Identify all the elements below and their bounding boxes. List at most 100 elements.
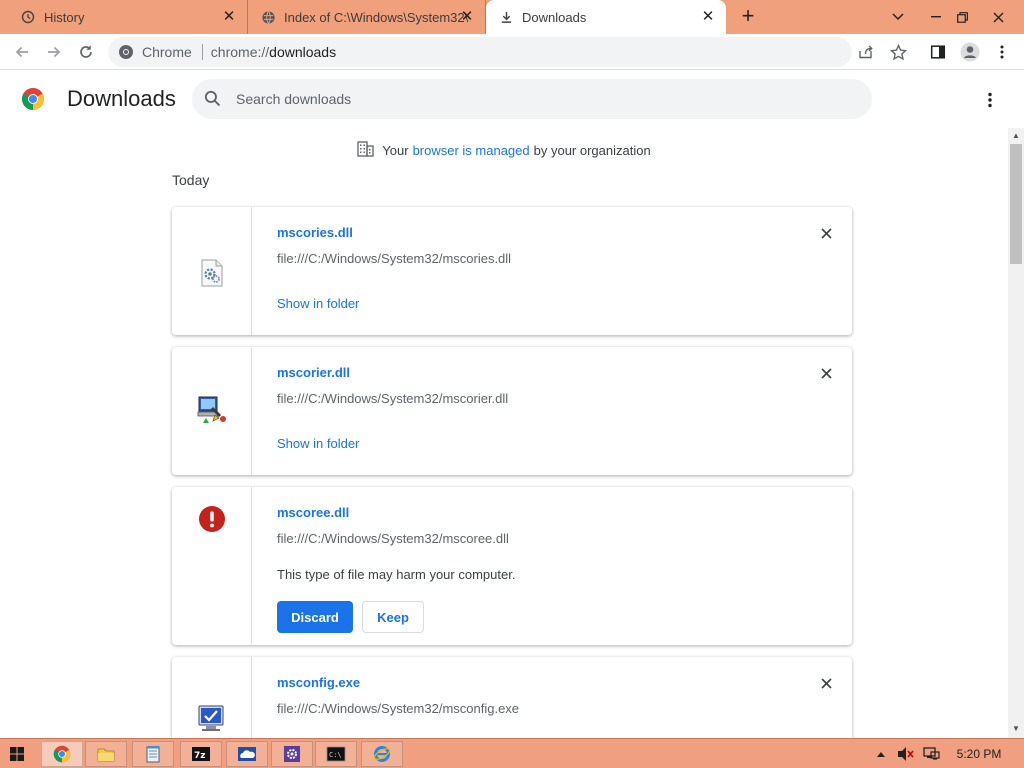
keep-button[interactable]: Keep <box>362 601 424 633</box>
download-item: mscorier.dll file:///C:/Windows/System32… <box>172 347 852 475</box>
network-icon[interactable] <box>920 739 942 768</box>
restore-button[interactable] <box>946 0 978 34</box>
cmd-icon: C:\ <box>326 746 346 762</box>
download-icon <box>498 9 514 25</box>
share-icon[interactable] <box>854 40 878 64</box>
chrome-icon <box>53 745 71 763</box>
remove-item-icon[interactable] <box>818 225 834 241</box>
onedrive-icon <box>238 747 256 761</box>
discard-button[interactable]: Discard <box>277 601 353 633</box>
site-chip-label: Chrome <box>142 44 192 60</box>
search-box[interactable] <box>192 79 872 119</box>
new-tab-button[interactable]: + <box>736 5 760 29</box>
search-input[interactable] <box>236 79 836 119</box>
tab-downloads[interactable]: Downloads ✕ <box>486 0 726 34</box>
download-item-dangerous: mscoree.dll file:///C:/Windows/System32/… <box>172 487 852 645</box>
url-scheme: chrome:// <box>210 44 270 60</box>
settings-icon <box>284 746 300 762</box>
taskbar-cmd[interactable]: C:\ <box>315 741 357 767</box>
clock[interactable]: 5:20 PM <box>950 739 1008 768</box>
taskbar-settings[interactable] <box>271 741 313 767</box>
taskbar: 7z C:\ 5:20 PM <box>0 738 1024 768</box>
managed-link[interactable]: browser is managed <box>413 143 530 158</box>
tab-history[interactable]: History ✕ <box>0 0 248 34</box>
show-hidden-icons-icon[interactable] <box>874 739 888 768</box>
file-icon-column <box>172 207 252 335</box>
show-in-folder-link[interactable]: Show in folder <box>277 436 359 451</box>
managed-notice: Your browser is managed by your organiza… <box>0 140 1008 160</box>
address-bar[interactable]: Chrome chrome://downloads <box>108 37 852 67</box>
file-name-link[interactable]: mscorier.dll <box>277 365 350 380</box>
tab-label: Downloads <box>522 9 587 25</box>
taskbar-file-explorer[interactable] <box>85 741 127 767</box>
chrome-page-icon <box>119 45 133 59</box>
page-title: Downloads <box>67 86 176 111</box>
file-url: file:///C:/Windows/System32/mscorier.dll <box>277 391 509 406</box>
toolbar: Chrome chrome://downloads <box>0 34 1024 70</box>
page-scrollbar[interactable]: ▲ ▼ <box>1008 128 1024 738</box>
profile-avatar-icon[interactable] <box>958 40 982 64</box>
site-info-chip[interactable]: Chrome <box>118 44 192 60</box>
tab-search-icon[interactable] <box>882 0 914 34</box>
tab-label: History <box>44 9 85 25</box>
building-icon <box>357 140 374 160</box>
managed-prefix: Your <box>382 142 409 158</box>
chrome-logo-icon <box>21 87 45 111</box>
close-window-button[interactable] <box>982 0 1014 34</box>
taskbar-onedrive[interactable] <box>226 741 268 767</box>
windows-logo-icon <box>10 747 24 761</box>
scroll-down-icon[interactable]: ▼ <box>1012 725 1020 733</box>
danger-warning-text: This type of file may harm your computer… <box>277 567 516 582</box>
scroll-up-icon[interactable]: ▲ <box>1012 132 1020 140</box>
taskbar-notepad[interactable] <box>132 741 174 767</box>
taskbar-internet-explorer[interactable] <box>361 741 403 767</box>
search-icon <box>204 90 221 112</box>
computer-setup-icon <box>196 393 228 425</box>
7zip-icon: 7z <box>192 747 210 761</box>
file-name-link[interactable]: mscoree.dll <box>277 505 349 520</box>
taskbar-chrome[interactable] <box>41 741 83 767</box>
download-item: mscories.dll file:///C:/Windows/System32… <box>172 207 852 335</box>
file-name-link[interactable]: msconfig.exe <box>277 675 360 690</box>
warning-icon <box>198 505 230 537</box>
back-button[interactable] <box>10 40 34 64</box>
tab-strip: History ✕ Index of C:\Windows\System32\ … <box>0 0 1024 34</box>
globe-icon <box>260 9 276 25</box>
remove-item-icon[interactable] <box>818 675 834 691</box>
svg-text:C:\: C:\ <box>329 751 342 759</box>
file-icon-column <box>172 347 252 475</box>
forward-button[interactable] <box>42 40 66 64</box>
file-name-link[interactable]: mscories.dll <box>277 225 353 240</box>
bookmark-star-icon[interactable] <box>886 40 910 64</box>
close-tab-icon[interactable]: ✕ <box>700 9 716 25</box>
scrollbar-thumb[interactable] <box>1010 144 1022 264</box>
side-panel-icon[interactable] <box>926 40 950 64</box>
chrome-menu-icon[interactable] <box>990 40 1014 64</box>
omnibox-divider <box>201 44 203 60</box>
taskbar-7zip[interactable]: 7z <box>180 741 222 767</box>
remove-item-icon[interactable] <box>818 365 834 381</box>
reload-button[interactable] <box>74 40 98 64</box>
managed-suffix: by your organization <box>533 142 651 158</box>
file-icon-column <box>172 487 252 645</box>
notepad-icon <box>146 746 160 763</box>
more-actions-icon[interactable] <box>980 88 1000 112</box>
url-host: downloads <box>269 44 337 60</box>
downloads-header: Downloads <box>0 70 1008 128</box>
start-button[interactable] <box>6 744 28 764</box>
close-tab-icon[interactable]: ✕ <box>221 9 237 25</box>
file-url: file:///C:/Windows/System32/mscoree.dll <box>277 531 509 546</box>
close-tab-icon[interactable]: ✕ <box>459 9 475 25</box>
file-url: file:///C:/Windows/System32/mscories.dll <box>277 251 512 266</box>
show-in-folder-link[interactable]: Show in folder <box>277 296 359 311</box>
tab-label: Index of C:\Windows\System32\ <box>284 9 469 25</box>
msconfig-icon <box>196 703 228 735</box>
volume-muted-icon[interactable] <box>895 739 917 768</box>
internet-explorer-icon <box>373 746 391 762</box>
svg-text:7z: 7z <box>194 751 206 761</box>
dll-file-icon <box>196 257 228 289</box>
tab-index[interactable]: Index of C:\Windows\System32\ ✕ <box>248 0 486 34</box>
file-url: file:///C:/Windows/System32/msconfig.exe <box>277 701 520 716</box>
history-icon <box>20 9 36 25</box>
file-explorer-icon <box>97 748 115 762</box>
